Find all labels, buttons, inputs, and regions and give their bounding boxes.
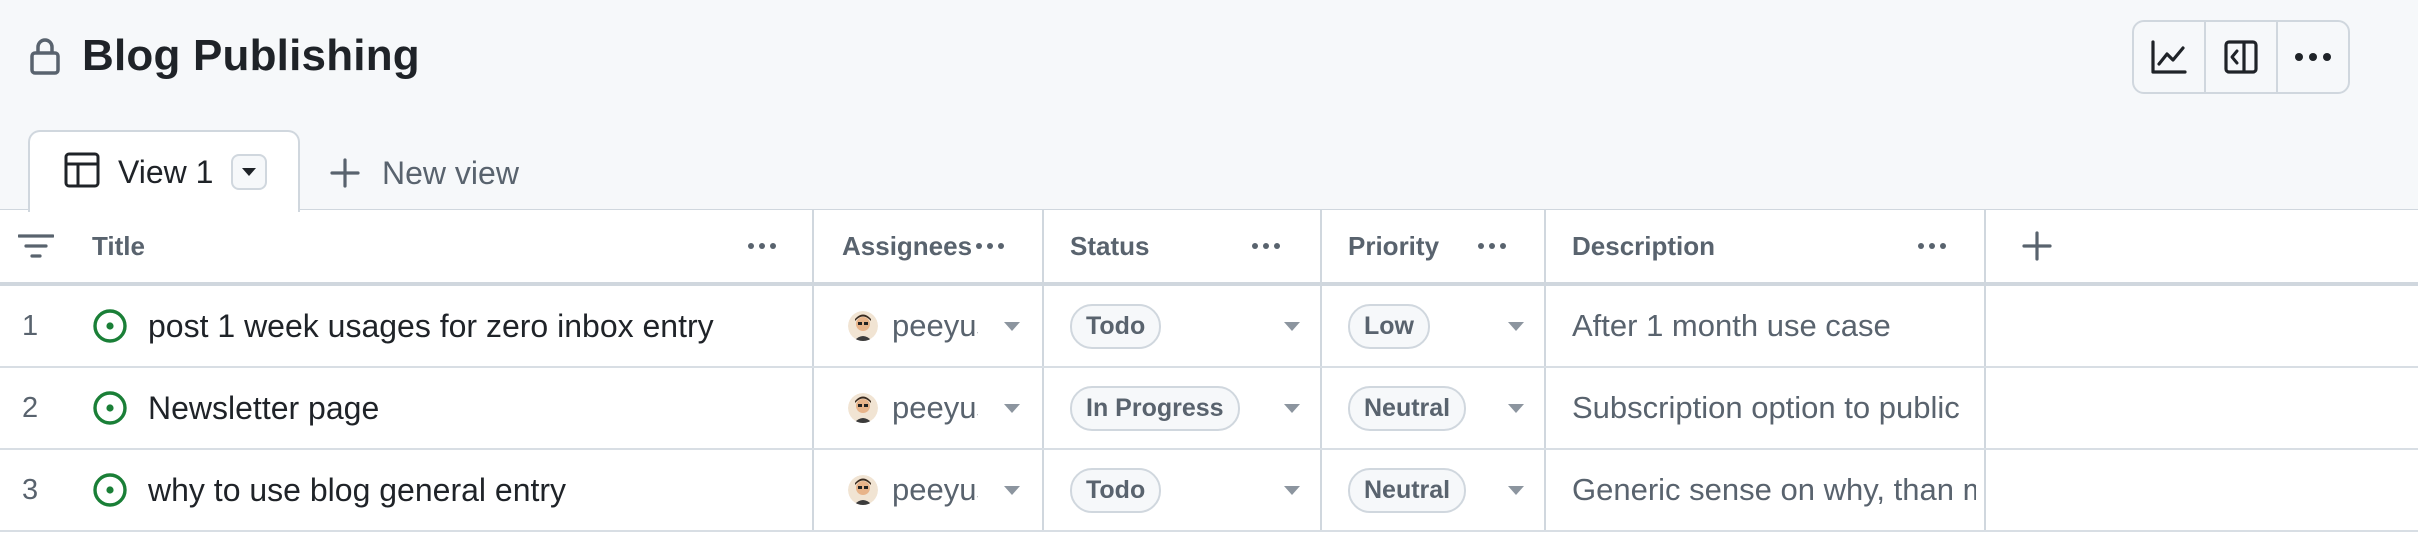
- tab-label: View 1: [118, 153, 214, 190]
- column-header-label: Status: [1070, 230, 1150, 261]
- assignee-cell[interactable]: peeyus: [848, 450, 1042, 530]
- more-options-button[interactable]: [2278, 22, 2348, 92]
- column-header-label: Assignees: [842, 230, 973, 261]
- project-table: Title Assignees Status Priority Descript…: [0, 210, 2418, 532]
- tab-view-1[interactable]: View 1: [28, 130, 300, 212]
- title-row: Blog Publishing: [28, 28, 420, 84]
- assignee-name: peeyus: [892, 472, 978, 507]
- header-toolbar: [2132, 20, 2350, 94]
- chevron-down-icon[interactable]: [1004, 322, 1020, 331]
- side-panel-button[interactable]: [2206, 22, 2278, 92]
- filter-button[interactable]: [18, 210, 58, 282]
- status-cell[interactable]: In Progress: [1070, 368, 1320, 448]
- row-number: 2: [22, 391, 39, 424]
- table-row[interactable]: 3 why to use blog general entry peeyus T…: [0, 450, 2418, 532]
- description-cell[interactable]: Subscription option to public: [1572, 368, 1976, 448]
- description-text: After 1 month use case: [1572, 308, 1891, 343]
- chevron-down-icon[interactable]: [1284, 322, 1300, 331]
- column-menu-icon[interactable]: [748, 243, 776, 249]
- row-number: 3: [22, 473, 39, 506]
- view-options-dropdown[interactable]: [231, 154, 268, 190]
- item-title[interactable]: post 1 week usages for zero inbox entry: [148, 308, 714, 345]
- column-menu-icon[interactable]: [1478, 243, 1506, 249]
- chevron-down-icon[interactable]: [1004, 486, 1020, 495]
- title-cell[interactable]: why to use blog general entry: [92, 450, 812, 530]
- priority-cell[interactable]: Low: [1348, 286, 1544, 366]
- column-header-label: Priority: [1348, 230, 1440, 261]
- table-header-row: Title Assignees Status Priority Descript…: [0, 210, 2418, 286]
- description-text: Subscription option to public: [1572, 390, 1960, 425]
- chevron-down-icon[interactable]: [1284, 404, 1300, 413]
- column-menu-icon[interactable]: [1918, 243, 1946, 249]
- open-issue-icon: [93, 391, 127, 425]
- assignee-name: peeyus: [892, 390, 978, 425]
- column-header-label: Title: [92, 230, 145, 261]
- row-number: 1: [22, 309, 39, 342]
- chevron-down-icon[interactable]: [1004, 404, 1020, 413]
- table-row[interactable]: 2 Newsletter page peeyus In Progress: [0, 368, 2418, 450]
- chevron-down-icon[interactable]: [1284, 486, 1300, 495]
- column-header-label: Description: [1572, 230, 1716, 261]
- column-header-priority[interactable]: Priority: [1348, 210, 1544, 282]
- plus-icon: [2022, 231, 2052, 261]
- description-text: Generic sense on why, than m: [1572, 472, 1976, 507]
- assignee-cell[interactable]: peeyus: [848, 368, 1042, 448]
- column-header-description[interactable]: Description: [1572, 210, 1984, 282]
- description-cell[interactable]: Generic sense on why, than m: [1572, 450, 1976, 530]
- priority-badge: Neutral: [1348, 385, 1467, 431]
- lock-icon: [28, 36, 62, 76]
- item-title[interactable]: Newsletter page: [148, 390, 379, 427]
- open-issue-icon: [93, 473, 127, 507]
- chevron-down-icon[interactable]: [1508, 404, 1524, 413]
- description-cell[interactable]: After 1 month use case: [1572, 286, 1976, 366]
- column-menu-icon[interactable]: [976, 243, 1004, 249]
- avatar: [848, 475, 878, 505]
- item-title[interactable]: why to use blog general entry: [148, 472, 566, 509]
- column-header-title[interactable]: Title: [92, 210, 812, 282]
- status-cell[interactable]: Todo: [1070, 286, 1320, 366]
- avatar: [848, 393, 878, 423]
- title-cell[interactable]: post 1 week usages for zero inbox entry: [92, 286, 812, 366]
- more-options-icon: [2295, 53, 2331, 61]
- chevron-down-icon: [242, 168, 257, 176]
- plus-icon: [330, 158, 360, 188]
- page-title: Blog Publishing: [82, 31, 420, 80]
- filter-icon: [18, 234, 54, 258]
- status-badge: Todo: [1070, 303, 1162, 349]
- table-row[interactable]: 1 post 1 week usages for zero inbox entr…: [0, 286, 2418, 368]
- avatar: [848, 311, 878, 341]
- side-panel-icon: [2224, 40, 2258, 74]
- assignee-cell[interactable]: peeyus: [848, 286, 1042, 366]
- column-header-status[interactable]: Status: [1070, 210, 1320, 282]
- insights-graph-icon: [2151, 40, 2187, 74]
- priority-badge: Low: [1348, 303, 1430, 349]
- table-view-icon: [64, 152, 100, 193]
- add-field-button[interactable]: [2022, 210, 2062, 282]
- priority-cell[interactable]: Neutral: [1348, 450, 1544, 530]
- status-badge: In Progress: [1070, 385, 1240, 431]
- priority-badge: Neutral: [1348, 467, 1467, 513]
- status-cell[interactable]: Todo: [1070, 450, 1320, 530]
- assignee-name: peeyus: [892, 308, 978, 343]
- project-header: Blog Publishing View 1 New view: [0, 0, 2418, 212]
- chevron-down-icon[interactable]: [1508, 322, 1524, 331]
- insights-button[interactable]: [2134, 22, 2206, 92]
- new-view-button[interactable]: New view: [330, 148, 519, 198]
- column-header-assignees[interactable]: Assignees: [842, 210, 1042, 282]
- new-view-label: New view: [382, 154, 519, 191]
- column-menu-icon[interactable]: [1252, 243, 1280, 249]
- chevron-down-icon[interactable]: [1508, 486, 1524, 495]
- status-badge: Todo: [1070, 467, 1162, 513]
- project-page: Blog Publishing View 1 New view Title As…: [0, 0, 2418, 554]
- priority-cell[interactable]: Neutral: [1348, 368, 1544, 448]
- title-cell[interactable]: Newsletter page: [92, 368, 812, 448]
- open-issue-icon: [93, 309, 127, 343]
